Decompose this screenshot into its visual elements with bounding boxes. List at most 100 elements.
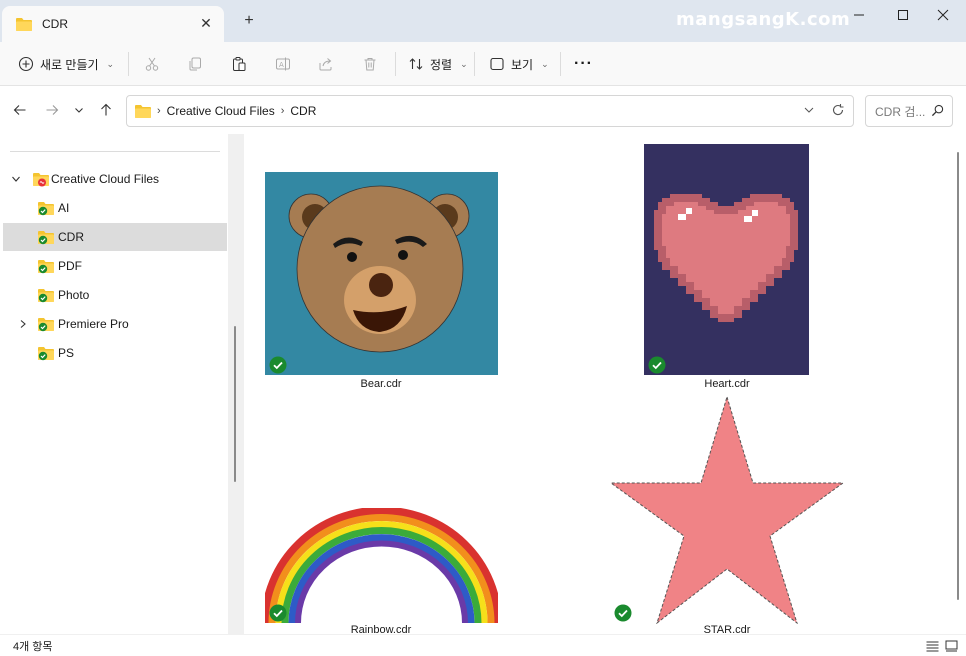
sync-status-icon: [269, 356, 287, 374]
search-box[interactable]: CDR 검...: [865, 95, 953, 127]
trash-icon: [364, 58, 376, 71]
sort-label: 정렬: [430, 57, 453, 72]
sidebar-item-photo[interactable]: Photo: [3, 281, 227, 309]
file-name: STAR.cdr: [703, 624, 751, 634]
minimize-icon: [854, 14, 864, 16]
clipboard-icon: [233, 57, 246, 71]
navigation-pane: Creative Cloud Files AI CDR PDF Photo Pr…: [0, 134, 228, 634]
breadcrumb-cdr[interactable]: CDR: [290, 104, 316, 118]
refresh-button[interactable]: [831, 103, 845, 120]
folder-icon: [135, 105, 151, 118]
view-label: 보기: [511, 57, 534, 72]
sync-status-icon: [269, 604, 287, 622]
divider: [128, 52, 129, 76]
divider: [395, 52, 396, 76]
file-name: Rainbow.cdr: [350, 624, 412, 634]
sidebar-item-ai[interactable]: AI: [3, 194, 227, 222]
synced-folder-icon: [38, 318, 54, 332]
file-name: Bear.cdr: [360, 378, 402, 390]
close-tab-icon[interactable]: ✕: [198, 15, 214, 31]
sync-status-icon: [614, 604, 632, 622]
watermark: mangsangK.com: [676, 9, 851, 30]
sidebar-item-label: Photo: [58, 288, 90, 302]
address-bar[interactable]: › Creative Cloud Files › CDR: [126, 95, 854, 127]
command-bar: 새로 만들기 ⌄ A 정렬 ⌄ 보기 ⌄ ···: [0, 42, 966, 86]
up-button[interactable]: [96, 100, 116, 120]
divider: [474, 52, 475, 76]
rainbow-thumbnail[interactable]: [265, 508, 498, 623]
new-tab-button[interactable]: +: [240, 12, 258, 30]
sidebar-item-label: AI: [58, 201, 70, 215]
copy-button[interactable]: [185, 54, 205, 74]
copy-icon: [189, 57, 201, 71]
cut-button[interactable]: [142, 54, 162, 74]
synced-folder-icon: [38, 260, 54, 274]
sort-button[interactable]: 정렬 ⌄: [408, 50, 468, 78]
details-view-button[interactable]: [924, 638, 940, 654]
arrow-left-icon: [13, 105, 26, 115]
synced-folder-icon: [38, 347, 54, 361]
sidebar-item-label: Premiere Pro: [58, 317, 129, 331]
tab-cdr[interactable]: CDR ✕: [2, 6, 224, 42]
paste-button[interactable]: [229, 54, 249, 74]
bear-thumbnail[interactable]: [265, 172, 498, 375]
file-grid: Bear.cdr Heart.cdr Rainbow.cdr STAR.cdr: [244, 134, 950, 634]
synced-folder-icon: [38, 202, 54, 216]
maximize-icon: [898, 10, 908, 20]
breadcrumb-creative-cloud-files[interactable]: Creative Cloud Files: [167, 104, 275, 118]
sidebar-scrollbar[interactable]: [228, 134, 244, 634]
divider: [10, 151, 220, 152]
chevron-down-icon: ⌄: [106, 58, 115, 69]
delete-button[interactable]: [360, 54, 380, 74]
chevron-right-icon[interactable]: [17, 318, 29, 330]
view-button[interactable]: 보기 ⌄: [489, 50, 549, 78]
new-label: 새로 만들기: [40, 57, 99, 72]
divider: [560, 52, 561, 76]
scissors-icon: [145, 57, 159, 71]
chevron-down-icon: ⌄: [541, 58, 549, 69]
chevron-down-icon: ⌄: [460, 58, 468, 69]
sidebar-item-label: CDR: [58, 230, 84, 244]
refresh-icon: [832, 104, 844, 116]
recent-locations-button[interactable]: [69, 100, 89, 120]
sidebar-item-creative-cloud-files[interactable]: Creative Cloud Files: [3, 165, 227, 193]
sidebar-item-ps[interactable]: PS: [3, 339, 227, 367]
breadcrumb-separator-icon[interactable]: ›: [281, 105, 285, 117]
close-window-button[interactable]: [920, 0, 966, 30]
forward-button[interactable]: [42, 100, 62, 120]
large-icons-view-icon: [945, 640, 957, 652]
tiles-view-button[interactable]: [943, 638, 959, 654]
breadcrumb-separator-icon[interactable]: ›: [157, 105, 161, 117]
navigation-bar: › Creative Cloud Files › CDR CDR 검...: [0, 86, 966, 134]
minimize-button[interactable]: [836, 0, 882, 30]
sidebar-item-premiere-pro[interactable]: Premiere Pro: [3, 310, 227, 338]
synced-folder-icon: [38, 289, 54, 303]
view-icon: [490, 57, 504, 71]
creative-cloud-folder-icon: [33, 173, 49, 187]
scrollbar-thumb[interactable]: [234, 326, 236, 482]
new-button[interactable]: 새로 만들기 ⌄: [18, 50, 114, 78]
svg-text:A: A: [279, 61, 284, 69]
scrollbar-thumb[interactable]: [957, 152, 959, 600]
share-button[interactable]: [316, 54, 336, 74]
details-view-icon: [926, 641, 938, 652]
address-history-button[interactable]: [803, 104, 815, 119]
item-count: 4개 항목: [13, 641, 53, 653]
folder-icon: [16, 18, 32, 31]
arrow-up-icon: [101, 103, 111, 116]
close-icon: [937, 9, 949, 21]
rename-button[interactable]: A: [273, 54, 293, 74]
sort-icon: [409, 58, 423, 70]
sidebar-item-cdr[interactable]: CDR: [3, 223, 227, 251]
sidebar-item-label: PDF: [58, 259, 82, 273]
star-thumbnail[interactable]: [610, 396, 844, 624]
chevron-down-icon[interactable]: [10, 173, 22, 185]
heart-thumbnail[interactable]: [644, 144, 809, 375]
back-button[interactable]: [10, 100, 30, 120]
more-options-button[interactable]: ···: [574, 50, 593, 78]
status-bar: 4개 항목: [0, 634, 966, 656]
content-scrollbar[interactable]: [950, 134, 966, 634]
search-placeholder: CDR 검...: [875, 104, 926, 119]
search-icon[interactable]: [931, 104, 944, 120]
sidebar-item-pdf[interactable]: PDF: [3, 252, 227, 280]
